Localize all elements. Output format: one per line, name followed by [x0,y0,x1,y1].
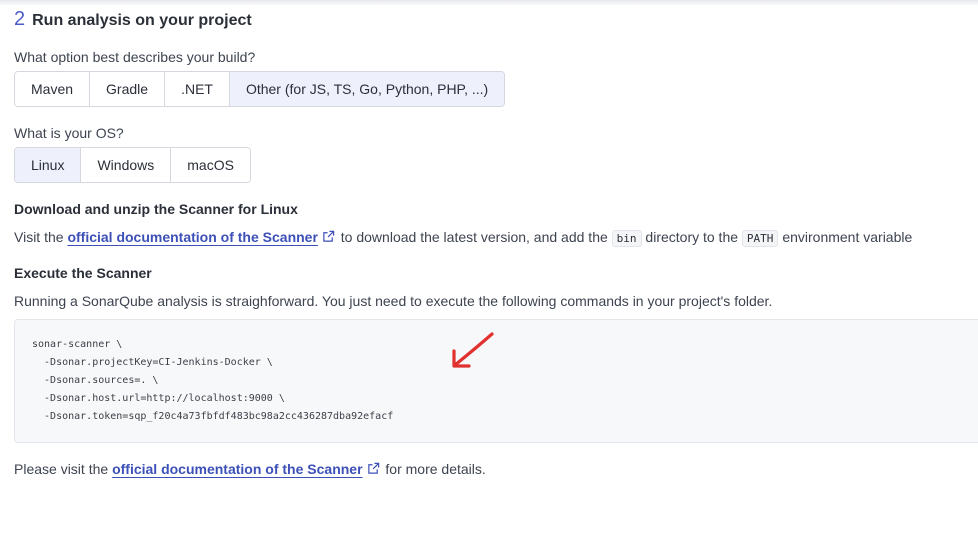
step-header: 2 Run analysis on your project [14,8,252,31]
external-link-icon[interactable] [322,230,335,243]
download-instructions: Visit the official documentation of the … [14,229,913,247]
os-option-windows[interactable]: Windows [81,148,172,182]
footer-docs-link[interactable]: official documentation of the Scanner [112,461,362,477]
footer-text-after: for more details. [385,461,486,477]
os-toggle: Linux Windows macOS [14,147,251,183]
download-heading: Download and unzip the Scanner for Linux [14,201,298,217]
code-line: -Dsonar.projectKey=CI-Jenkins-Docker \ [32,357,273,368]
os-option-linux[interactable]: Linux [15,148,82,182]
code-line: sonar-scanner \ [32,339,123,350]
os-question: What is your OS? [14,125,124,141]
step-number: 2 [14,8,26,30]
red-arrow-annotation [452,332,494,368]
code-line: -Dsonar.host.url=http://localhost:9000 \ [32,393,285,404]
footer-text: Please visit the official documentation … [14,461,486,477]
build-toggle: Maven Gradle .NET Other (for JS, TS, Go,… [14,71,506,107]
execute-text: Running a SonarQube analysis is straighf… [14,293,773,309]
execute-heading: Execute the Scanner [14,265,152,281]
build-option-dotnet[interactable]: .NET [165,72,230,106]
command-code-block[interactable]: sonar-scanner \ -Dsonar.projectKey=CI-Je… [14,319,978,443]
external-link-icon[interactable] [367,462,380,475]
download-text-before: Visit the [14,229,64,245]
build-option-other[interactable]: Other (for JS, TS, Go, Python, PHP, ...) [229,72,505,106]
bin-code: bin [611,230,642,247]
code-line: -Dsonar.sources=. \ [32,375,159,386]
os-option-macos[interactable]: macOS [171,148,250,182]
code-line: -Dsonar.token=sqp_f20c4a73fbfdf483bc98a2… [32,411,394,422]
footer-text-before: Please visit the [14,461,109,477]
download-text-middle2: directory to the [645,229,739,245]
build-question: What option best describes your build? [14,49,256,65]
top-shadow [0,0,978,6]
build-option-gradle[interactable]: Gradle [90,72,166,106]
path-code: PATH [741,230,779,247]
build-option-maven[interactable]: Maven [15,72,91,106]
step-title: Run analysis on your project [32,12,252,29]
scanner-docs-link[interactable]: official documentation of the Scanner [67,229,317,245]
download-text-middle: to download the latest version, and add … [340,229,608,245]
download-text-after: environment variable [782,229,913,245]
